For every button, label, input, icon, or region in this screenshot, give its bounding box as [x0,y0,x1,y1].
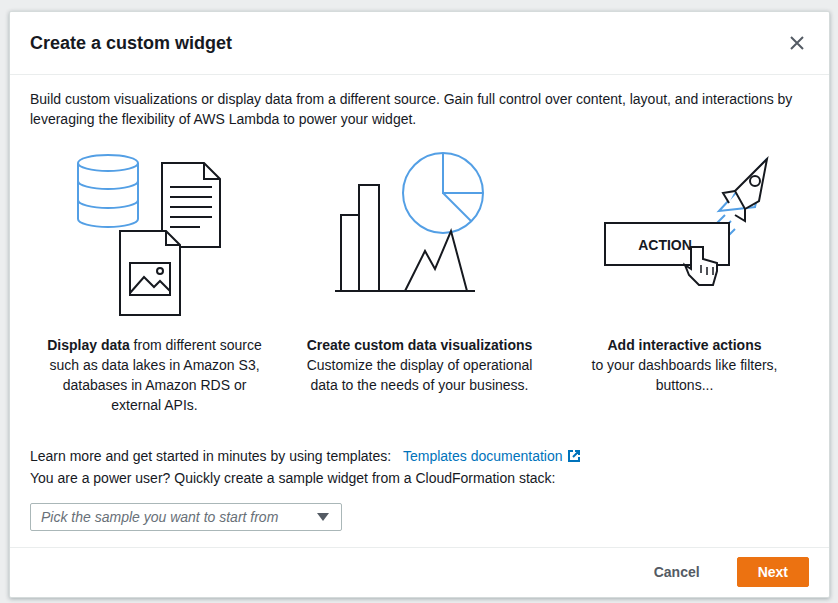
feature-card: Create custom data visualizationsCustomi… [295,141,544,415]
feature-title: Display data [47,337,129,353]
power-user-line: You are a power user? Quickly create a s… [30,467,809,489]
feature-card: Display data from different source such … [30,141,279,415]
caret-down-icon [317,513,329,521]
page-backdrop: Create a custom widget Build custom visu… [0,0,838,603]
primary-button[interactable]: Next [737,557,809,587]
templates-documentation-link[interactable]: Templates documentation [403,445,581,467]
action-badge-text: ACTION [638,237,692,253]
feature-text: Create custom data visualizationsCustomi… [295,335,544,395]
visualization-icon [335,151,505,321]
feature-list: Display data from different source such … [30,141,809,415]
feature-title: Create custom data visualizations [303,335,536,355]
close-button[interactable] [785,31,809,55]
feature-text: Display data from different source such … [30,335,279,415]
close-icon [789,35,805,51]
feature-illustration [335,141,505,331]
dialog-footer: Cancel Next [10,547,829,597]
dialog-description: Build custom visualizations or display d… [30,89,809,129]
feature-text: Add interactive actionsto your dashboard… [560,335,809,395]
custom-widget-dialog: Create a custom widget Build custom visu… [9,11,830,598]
sample-select[interactable]: Pick the sample you want to start from [30,503,342,531]
link-button[interactable]: Cancel [633,557,721,587]
feature-title: Add interactive actions [568,335,801,355]
templates-line: Learn more and get started in minutes by… [30,445,809,467]
feature-card: ACTION Add interactive actionsto your da… [560,141,809,415]
dialog-title: Create a custom widget [30,33,232,54]
data-sources-icon [70,151,240,321]
feature-illustration: ACTION [595,141,775,331]
dialog-header: Create a custom widget [10,12,829,75]
feature-illustration [70,141,240,331]
action-button-icon: ACTION [595,151,775,321]
dialog-body: Build custom visualizations or display d… [10,75,829,547]
external-link-icon [567,449,581,463]
sample-select-placeholder: Pick the sample you want to start from [41,509,278,525]
